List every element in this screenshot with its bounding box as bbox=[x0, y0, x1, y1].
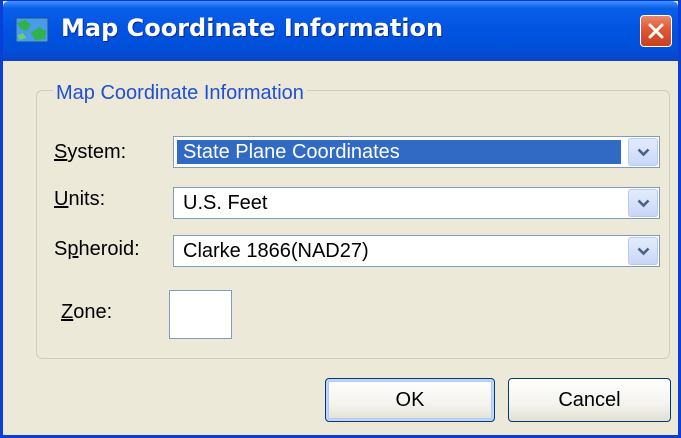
close-icon bbox=[648, 23, 664, 39]
units-dropdown-button[interactable] bbox=[628, 189, 658, 217]
system-label-mnemonic: S bbox=[54, 141, 68, 163]
system-select-value: State Plane Coordinates bbox=[177, 140, 621, 164]
title-bar[interactable]: Map Coordinate Information bbox=[3, 1, 678, 61]
chevron-down-icon bbox=[637, 148, 650, 157]
chevron-down-icon bbox=[637, 247, 650, 256]
group-legend: Map Coordinate Information bbox=[53, 82, 307, 105]
spheroid-label-first: S bbox=[54, 238, 68, 260]
spheroid-label-mnemonic: p bbox=[67, 238, 79, 260]
spheroid-dropdown-button[interactable] bbox=[628, 237, 658, 265]
zone-label: Zone: bbox=[61, 301, 112, 324]
map-coordinate-group bbox=[36, 90, 670, 359]
spheroid-label: Spheroid: bbox=[54, 238, 140, 261]
system-dropdown-button[interactable] bbox=[628, 138, 658, 166]
units-select[interactable]: U.S. Feet bbox=[173, 187, 660, 219]
zone-input[interactable] bbox=[169, 290, 232, 339]
chevron-down-icon bbox=[637, 199, 650, 208]
spheroid-select[interactable]: Clarke 1866(NAD27) bbox=[173, 235, 660, 267]
dialog-window: Map Coordinate Information Map Coordinat… bbox=[0, 0, 681, 438]
cancel-button[interactable]: Cancel bbox=[508, 378, 671, 422]
system-select[interactable]: State Plane Coordinates bbox=[173, 136, 660, 168]
system-label-text: ystem: bbox=[67, 141, 127, 163]
units-label: Units: bbox=[54, 188, 105, 211]
units-select-value: U.S. Feet bbox=[183, 192, 268, 214]
zone-label-mnemonic: Z bbox=[61, 301, 74, 323]
zone-label-text: one: bbox=[73, 301, 113, 323]
units-label-mnemonic: U bbox=[54, 188, 69, 210]
system-label: System: bbox=[54, 141, 126, 164]
map-icon bbox=[15, 17, 49, 43]
spheroid-label-text: heroid: bbox=[78, 238, 140, 260]
close-button[interactable] bbox=[640, 15, 672, 47]
spheroid-select-value: Clarke 1866(NAD27) bbox=[183, 240, 369, 262]
ok-button[interactable]: OK bbox=[325, 378, 495, 422]
units-label-text: nits: bbox=[68, 188, 106, 210]
window-title: Map Coordinate Information bbox=[61, 14, 444, 42]
